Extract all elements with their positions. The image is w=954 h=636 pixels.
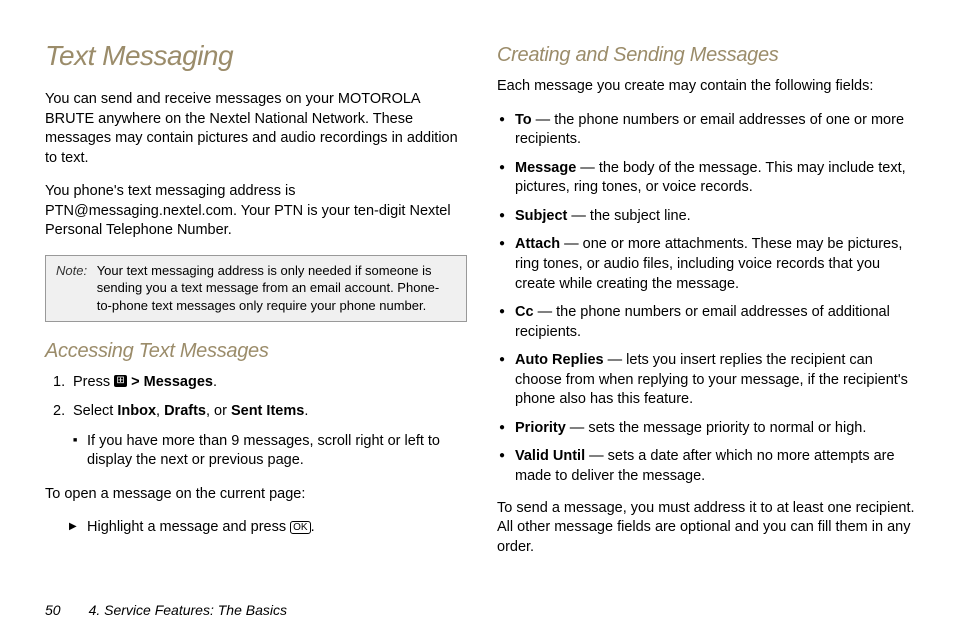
chapter-title: 4. Service Features: The Basics	[89, 602, 287, 618]
section-creating-title: Creating and Sending Messages	[497, 44, 919, 67]
open-message-action: Highlight a message and press OK.	[45, 518, 467, 538]
field-valid-until: Valid Until — sets a date after which no…	[497, 447, 919, 486]
messages-label: Messages	[144, 374, 213, 390]
right-column: Creating and Sending Messages Each messa…	[497, 40, 919, 571]
intro-paragraph-2: You phone's text messaging address is PT…	[45, 182, 467, 241]
note-body: Your text messaging address is only need…	[91, 262, 443, 315]
step-2-sub: If you have more than 9 messages, scroll…	[45, 432, 467, 471]
drafts-label: Drafts	[164, 403, 206, 419]
note-callout: Note: Your text messaging address is onl…	[45, 255, 467, 322]
field-cc: Cc — the phone numbers or email addresse…	[497, 303, 919, 342]
sent-items-label: Sent Items	[231, 403, 304, 419]
step-2: Select Inbox, Drafts, or Sent Items.	[45, 402, 467, 422]
note-label: Note:	[56, 262, 87, 280]
ok-key-icon: OK	[290, 521, 310, 534]
field-priority: Priority — sets the message priority to …	[497, 419, 919, 439]
page-number: 50	[45, 602, 61, 618]
field-auto-replies: Auto Replies — lets you insert replies t…	[497, 351, 919, 410]
creating-intro: Each message you create may contain the …	[497, 77, 919, 97]
steps-list: Press > Messages. Select Inbox, Drafts, …	[45, 373, 467, 422]
section-accessing-title: Accessing Text Messages	[45, 340, 467, 363]
open-message-intro: To open a message on the current page:	[45, 485, 467, 505]
field-message: Message — the body of the message. This …	[497, 159, 919, 198]
step-1: Press > Messages.	[45, 373, 467, 393]
intro-paragraph-1: You can send and receive messages on you…	[45, 90, 467, 168]
page-content: Text Messaging You can send and receive …	[0, 0, 954, 591]
menu-key-icon	[114, 375, 127, 387]
field-attach: Attach — one or more attachments. These …	[497, 235, 919, 294]
field-to: To — the phone numbers or email addresse…	[497, 111, 919, 150]
left-column: Text Messaging You can send and receive …	[45, 40, 467, 571]
inbox-label: Inbox	[117, 403, 156, 419]
page-footer: 50 4. Service Features: The Basics	[45, 602, 287, 618]
main-title: Text Messaging	[45, 40, 467, 72]
field-subject: Subject — the subject line.	[497, 207, 919, 227]
creating-closing: To send a message, you must address it t…	[497, 499, 919, 558]
fields-list: To — the phone numbers or email addresse…	[497, 111, 919, 487]
